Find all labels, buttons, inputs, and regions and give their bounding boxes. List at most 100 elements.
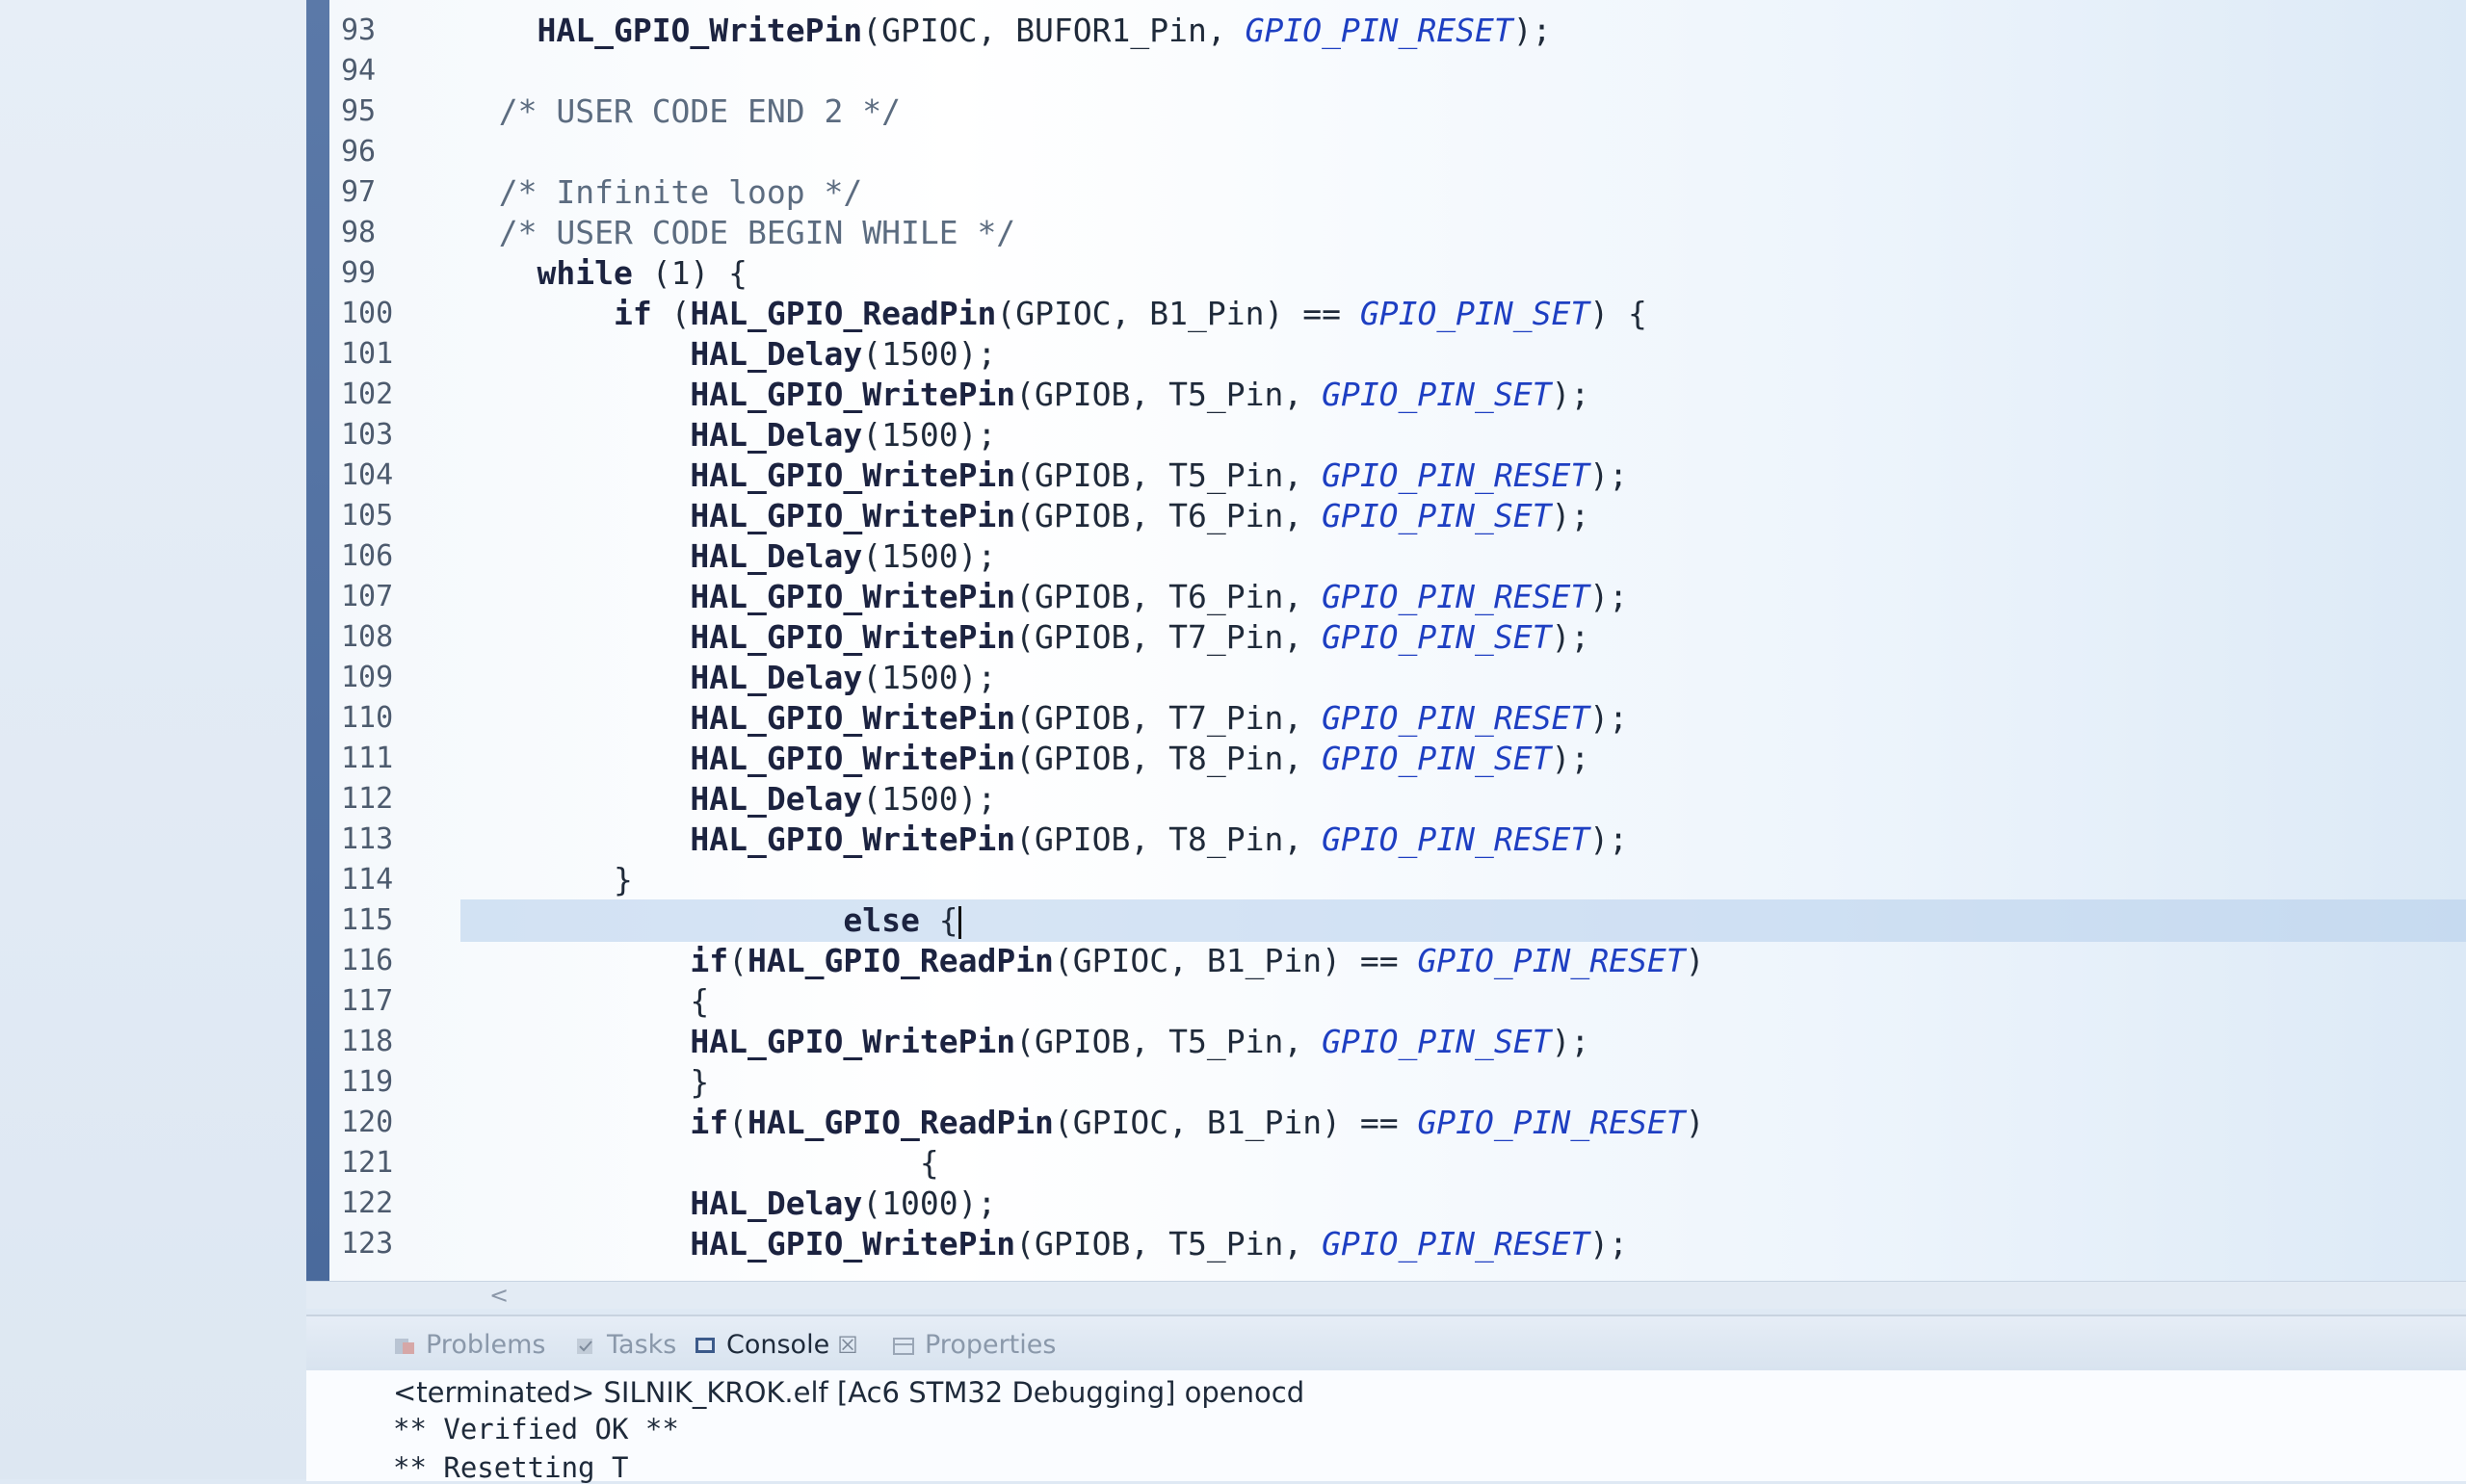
code-line[interactable]: }	[460, 859, 2466, 901]
code-line[interactable]: {	[460, 980, 2466, 1023]
line-number: 120	[341, 1106, 394, 1139]
close-icon[interactable]: ☒	[837, 1332, 858, 1359]
code-line-current[interactable]: else {	[460, 899, 2466, 942]
line-number: 111	[341, 742, 394, 775]
code-line[interactable]: HAL_GPIO_WritePin(GPIOB, T6_Pin, GPIO_PI…	[460, 495, 2466, 537]
line-number: 114	[341, 863, 394, 897]
code-editor[interactable]: 93 94 95 96 97 98 99 100 101 102 103 104 105 106 107 10…	[306, 0, 2466, 1295]
horizontal-scrollbar[interactable]: <	[306, 1281, 2466, 1309]
line-number: 116	[341, 944, 394, 977]
code-keyword: if	[690, 1104, 729, 1141]
code-function: HAL_GPIO_WritePin	[690, 456, 1016, 494]
code-text: );	[1551, 740, 1590, 777]
line-number: 105	[341, 499, 394, 533]
tasks-icon	[577, 1338, 592, 1354]
line-number: 123	[341, 1227, 394, 1261]
code-text: (GPIOB, T5_Pin,	[1015, 1225, 1323, 1263]
code-constant: GPIO_PIN_SET	[1322, 497, 1552, 534]
code-line[interactable]: /* USER CODE BEGIN WHILE */	[460, 212, 2466, 254]
code-line[interactable]: HAL_Delay(1000);	[460, 1183, 2466, 1225]
code-constant: GPIO_PIN_RESET	[1322, 699, 1590, 737]
line-number: 100	[341, 297, 394, 330]
line-number: 122	[341, 1186, 394, 1220]
code-function: HAL_Delay	[690, 335, 863, 373]
code-line[interactable]: HAL_Delay(1500);	[460, 535, 2466, 578]
code-function: HAL_GPIO_WritePin	[690, 618, 1016, 656]
code-constant: GPIO_PIN_SET	[1359, 295, 1590, 332]
code-comment: /* USER CODE END 2 */	[498, 92, 901, 130]
line-number: 97	[341, 175, 377, 209]
left-blank-area	[0, 0, 306, 1479]
code-line[interactable]: HAL_GPIO_WritePin(GPIOB, T8_Pin, GPIO_PI…	[460, 738, 2466, 780]
code-line[interactable]: if(HAL_GPIO_ReadPin(GPIOC, B1_Pin) == GP…	[460, 1102, 2466, 1144]
code-line[interactable]: if(HAL_GPIO_ReadPin(GPIOC, B1_Pin) == GP…	[460, 940, 2466, 982]
tab-tasks[interactable]: Tasks	[574, 1324, 676, 1367]
code-line[interactable]: HAL_Delay(1500);	[460, 778, 2466, 820]
code-line[interactable]	[460, 131, 2466, 173]
code-line[interactable]: HAL_GPIO_WritePin(GPIOC, BUFOR1_Pin, GPI…	[460, 10, 2466, 52]
code-text: );	[1589, 820, 1628, 858]
code-line[interactable]	[460, 50, 2466, 92]
code-text: );	[1589, 1225, 1628, 1263]
line-number: 94	[341, 54, 377, 88]
tab-console[interactable]: Console ☒	[694, 1324, 858, 1367]
code-line[interactable]: HAL_GPIO_WritePin(GPIOB, T5_Pin, GPIO_PI…	[460, 1223, 2466, 1265]
line-number: 109	[341, 661, 394, 694]
code-line[interactable]: /* Infinite loop */	[460, 171, 2466, 214]
code-text: (GPIOB, T8_Pin,	[1015, 740, 1323, 777]
line-number: 103	[341, 418, 394, 452]
line-number: 106	[341, 539, 394, 573]
code-line[interactable]: /* USER CODE END 2 */	[460, 91, 2466, 133]
code-line[interactable]: HAL_Delay(1500);	[460, 333, 2466, 376]
code-text: );	[1551, 1023, 1590, 1060]
code-line[interactable]: if (HAL_GPIO_ReadPin(GPIOC, B1_Pin) == G…	[460, 293, 2466, 335]
tab-properties-label: Properties	[925, 1330, 1057, 1360]
code-line[interactable]: HAL_GPIO_WritePin(GPIOB, T6_Pin, GPIO_PI…	[460, 576, 2466, 618]
code-line[interactable]: {	[460, 1142, 2466, 1185]
code-constant: GPIO_PIN_RESET	[1322, 456, 1590, 494]
code-line[interactable]: while (1) {	[460, 252, 2466, 295]
line-number: 119	[341, 1065, 394, 1099]
code-constant: GPIO_PIN_SET	[1322, 740, 1552, 777]
code-line[interactable]: HAL_GPIO_WritePin(GPIOB, T8_Pin, GPIO_PI…	[460, 819, 2466, 861]
line-number: 117	[341, 984, 394, 1018]
code-function: HAL_GPIO_WritePin	[690, 699, 1016, 737]
code-line[interactable]: HAL_GPIO_WritePin(GPIOB, T7_Pin, GPIO_PI…	[460, 616, 2466, 659]
code-line[interactable]: }	[460, 1061, 2466, 1104]
code-line[interactable]: HAL_GPIO_WritePin(GPIOB, T5_Pin, GPIO_PI…	[460, 1021, 2466, 1063]
code-text: );	[1589, 699, 1628, 737]
code-line[interactable]: HAL_GPIO_WritePin(GPIOB, T5_Pin, GPIO_PI…	[460, 455, 2466, 497]
tab-properties[interactable]: Properties	[892, 1324, 1056, 1367]
code-text: );	[1551, 618, 1590, 656]
code-text: {	[460, 982, 710, 1020]
code-text: (	[728, 942, 748, 979]
code-line[interactable]: HAL_Delay(1500);	[460, 657, 2466, 699]
code-function: HAL_Delay	[690, 659, 863, 696]
code-line[interactable]: HAL_GPIO_WritePin(GPIOB, T5_Pin, GPIO_PI…	[460, 374, 2466, 416]
code-line[interactable]: HAL_GPIO_WritePin(GPIOB, T7_Pin, GPIO_PI…	[460, 697, 2466, 740]
code-text: (GPIOB, T5_Pin,	[1015, 456, 1323, 494]
code-text: (1500);	[862, 335, 997, 373]
line-number: 104	[341, 458, 394, 492]
console-icon	[695, 1337, 715, 1353]
code-text: );	[1589, 456, 1628, 494]
code-text: );	[1512, 12, 1552, 49]
line-number: 112	[341, 782, 394, 816]
line-number: 108	[341, 620, 394, 654]
code-text: (GPIOB, T6_Pin,	[1015, 578, 1323, 615]
tab-problems[interactable]: Problems	[393, 1324, 545, 1367]
code-text: (GPIOB, T5_Pin,	[1015, 1023, 1323, 1060]
line-number: 118	[341, 1025, 394, 1058]
code-text: (GPIOC, BUFOR1_Pin,	[862, 12, 1246, 49]
code-text: (GPIOB, T8_Pin,	[1015, 820, 1323, 858]
console-output[interactable]: <terminated> SILNIK_KROK.elf [Ac6 STM32 …	[306, 1370, 2466, 1484]
scroll-left-arrow[interactable]: <	[489, 1282, 509, 1309]
code-line[interactable]: HAL_Delay(1500);	[460, 414, 2466, 456]
